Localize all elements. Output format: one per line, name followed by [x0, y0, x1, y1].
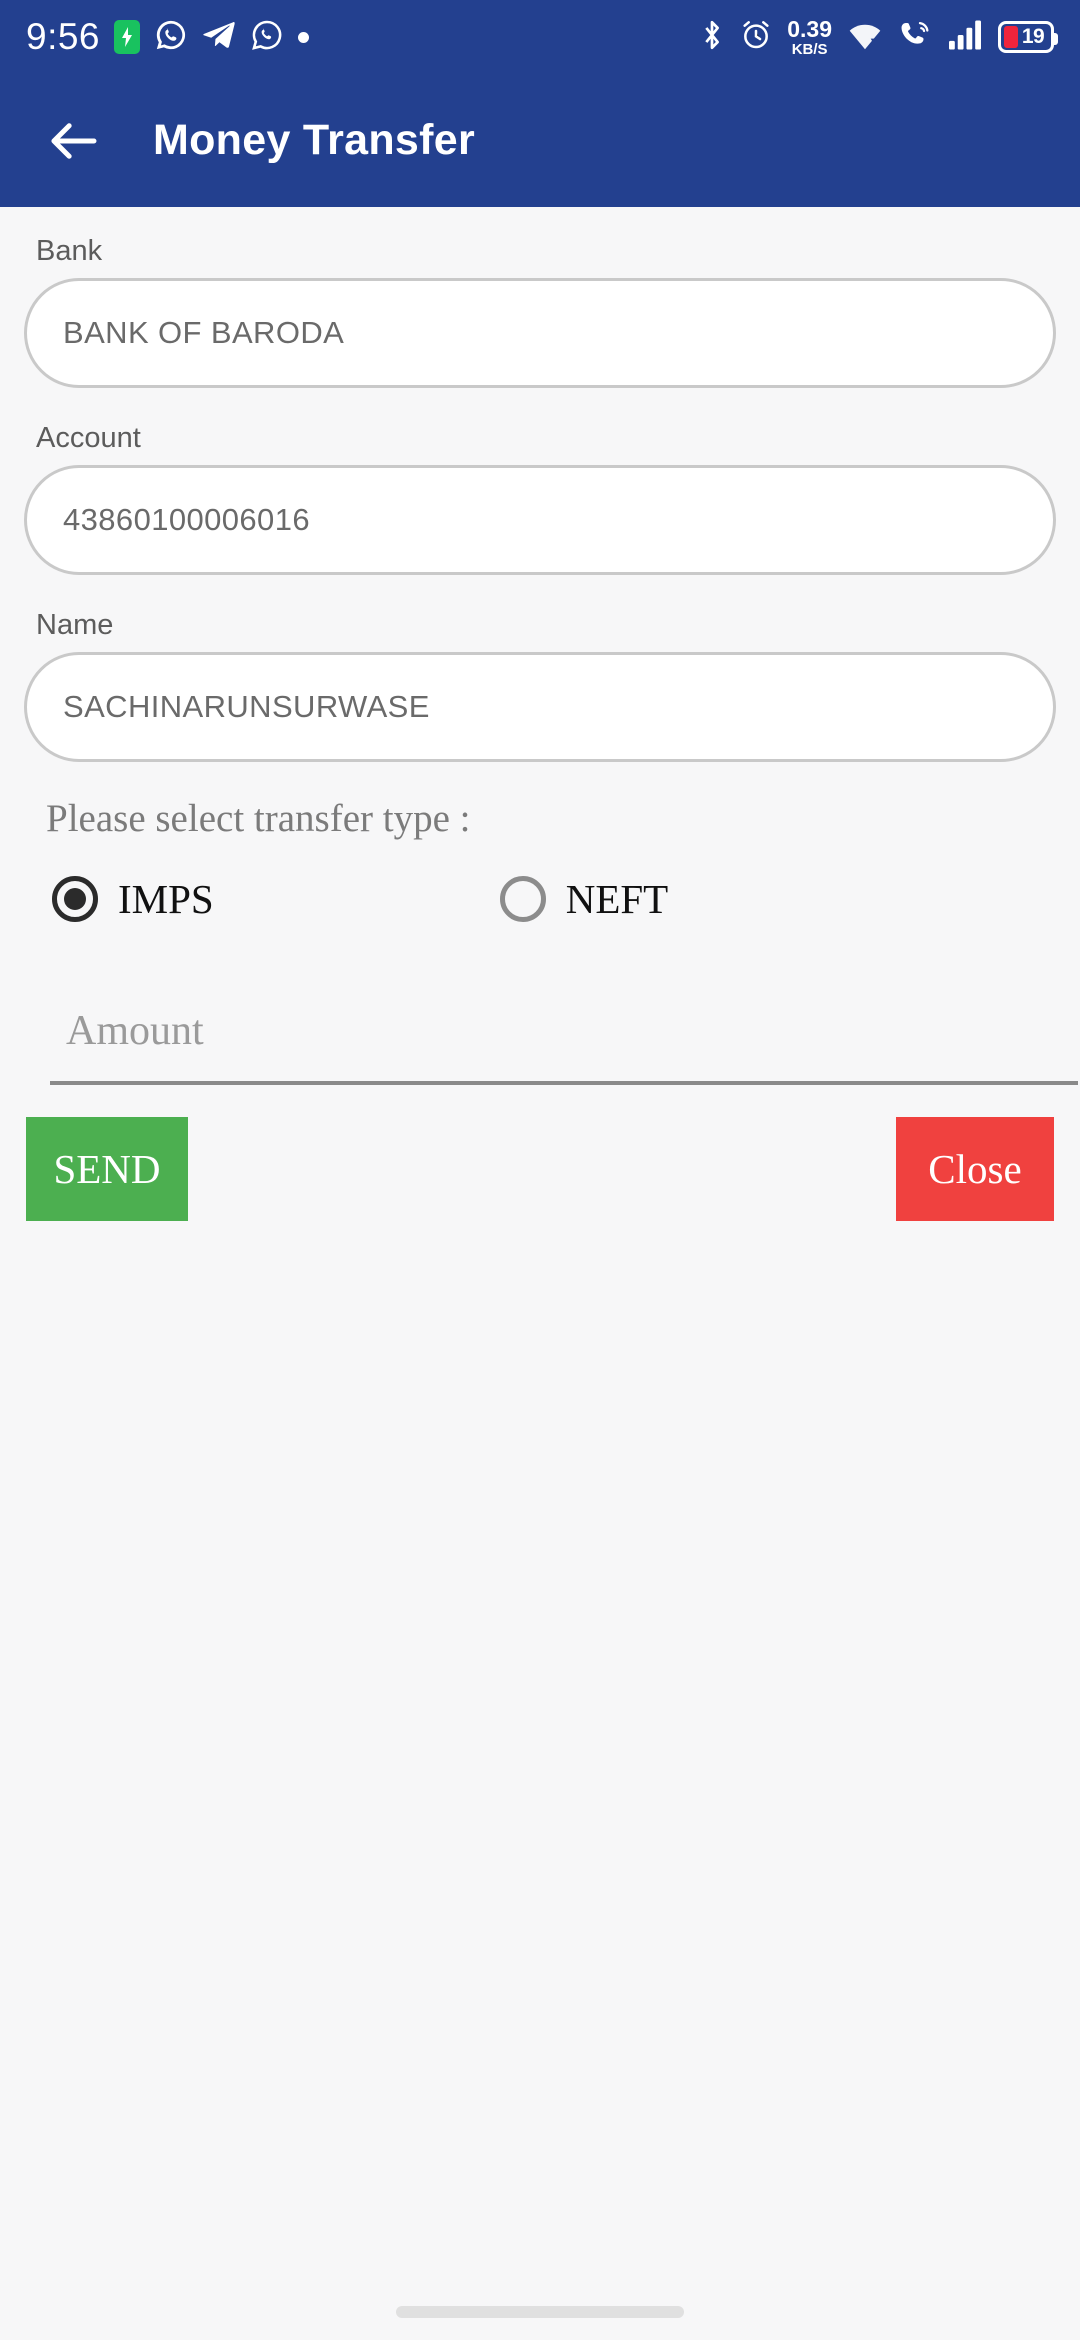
network-speed-value: 0.39 [787, 15, 832, 42]
back-arrow-icon [51, 122, 97, 159]
wifi-icon [847, 20, 883, 55]
battery-percent-label: 19 [1021, 25, 1045, 48]
app-bar: Money Transfer [0, 74, 1080, 207]
whatsapp-business-icon [154, 18, 188, 57]
radio-option-imps[interactable]: IMPS [52, 875, 214, 923]
back-button[interactable] [45, 113, 101, 169]
network-speed-unit: KB/S [791, 40, 828, 58]
page-title: Money Transfer [153, 116, 476, 164]
close-button[interactable]: Close [896, 1117, 1054, 1221]
bank-input[interactable]: BANK OF BARODA [24, 278, 1056, 388]
status-bar-left: 9:56 [26, 16, 310, 58]
transfer-type-radio-group: IMPS NEFT [52, 875, 1056, 923]
name-field-group: Name SACHINARUNSURWASE [24, 609, 1056, 762]
network-speed-icon: 0.39 KB/S [787, 15, 832, 58]
radio-label-neft: NEFT [565, 876, 669, 922]
name-input-value: SACHINARUNSURWASE [63, 689, 430, 724]
bank-input-value: BANK OF BARODA [63, 315, 345, 350]
bluetooth-icon [699, 18, 725, 57]
alarm-icon [740, 19, 772, 56]
action-button-row: SEND Close [24, 1117, 1056, 1221]
more-notifications-dot-icon [298, 31, 310, 43]
signal-bars-icon [947, 19, 983, 56]
vowifi-call-icon [898, 19, 932, 56]
transfer-type-prompt: Please select transfer type : [46, 797, 471, 840]
send-button[interactable]: SEND [26, 1117, 188, 1221]
status-bar: 9:56 0.39 KB/S 19 [0, 0, 1080, 74]
battery-icon: 19 [998, 21, 1058, 53]
amount-input[interactable] [50, 1007, 1078, 1085]
form-content: Bank BANK OF BARODA Account 438601000060… [0, 207, 1080, 1221]
status-bar-right: 0.39 KB/S 19 [699, 15, 1058, 58]
radio-inner-dot [64, 888, 86, 910]
radio-unselected-icon [499, 876, 546, 922]
name-input[interactable]: SACHINARUNSURWASE [24, 652, 1056, 762]
account-field-group: Account 43860100006016 [24, 422, 1056, 575]
whatsapp-icon [250, 18, 284, 57]
gesture-nav-pill[interactable] [396, 2306, 684, 2318]
account-field-label: Account [36, 422, 141, 454]
account-input-value: 43860100006016 [63, 502, 310, 537]
telegram-icon [202, 18, 236, 57]
status-bar-clock: 9:56 [26, 16, 101, 57]
radio-option-neft[interactable]: NEFT [499, 875, 669, 923]
radio-label-imps: IMPS [118, 876, 214, 922]
amount-field-group [50, 1007, 1078, 1085]
battery-charging-icon [114, 20, 141, 54]
app-screen: 9:56 0.39 KB/S 19 Money Transfer Bank BA… [0, 0, 1080, 2340]
account-input[interactable]: 43860100006016 [24, 465, 1056, 575]
battery-level-fill [1004, 26, 1018, 48]
name-field-label: Name [36, 609, 114, 641]
bank-field-group: Bank BANK OF BARODA [24, 235, 1056, 388]
bank-field-label: Bank [36, 235, 103, 267]
radio-selected-icon [52, 876, 98, 922]
